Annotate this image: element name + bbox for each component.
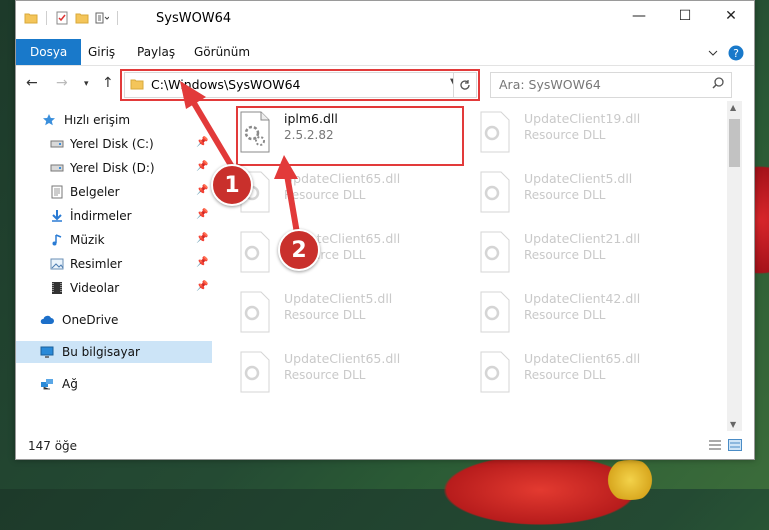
arrow-2-head [274,155,298,179]
step-badge-1: 1 [211,164,253,206]
background-flower-yellow [600,460,660,500]
step-badge-2: 2 [278,229,320,271]
annotation-arrows [180,81,301,240]
explorer-window: SysWOW64 — ☐ ✕ Dosya Giriş Paylaş Görünü… [15,0,755,460]
